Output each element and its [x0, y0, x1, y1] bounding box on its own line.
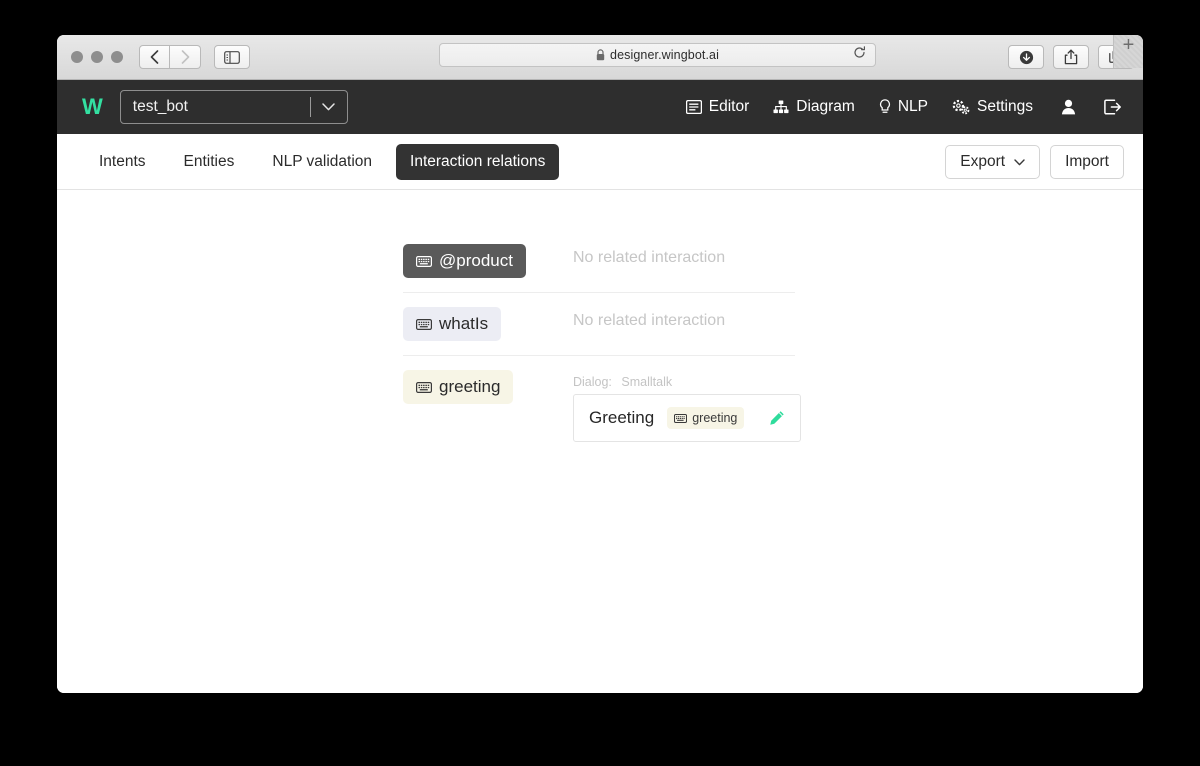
- tab-interaction-relations[interactable]: Interaction relations: [396, 143, 560, 180]
- browser-window: designer.wingbot.ai + W test_bot Editor …: [57, 35, 1143, 693]
- import-button-label: Import: [1065, 152, 1109, 170]
- nav-item-editor[interactable]: Editor: [685, 98, 750, 116]
- bot-selector[interactable]: test_bot: [119, 90, 348, 124]
- table-row: @product No related interaction: [403, 230, 795, 293]
- entity-cell: @product: [403, 244, 551, 278]
- entity-badge-label: @product: [439, 251, 513, 270]
- tab-bar: Intents Entities NLP validation Interact…: [57, 134, 1143, 190]
- main-content: @product No related interaction whatIs N…: [57, 190, 1143, 693]
- user-icon[interactable]: [1061, 99, 1076, 115]
- download-icon: [1019, 50, 1033, 64]
- keyboard-icon: [416, 318, 432, 330]
- sitemap-icon: [773, 100, 789, 114]
- tab-intents[interactable]: Intents: [85, 144, 160, 180]
- forward-button[interactable]: [170, 45, 201, 69]
- sidebar-toggle-button[interactable]: [214, 45, 250, 69]
- relation-cell: No related interaction: [551, 244, 795, 267]
- no-related-interaction-text: No related interaction: [573, 249, 726, 266]
- downloads-button[interactable]: [1008, 45, 1044, 69]
- wingbot-logo[interactable]: W: [82, 94, 103, 120]
- back-button[interactable]: [139, 45, 170, 69]
- nav-item-label: Settings: [976, 98, 1033, 115]
- share-icon: [1064, 49, 1078, 65]
- tab-nlp-validation[interactable]: NLP validation: [258, 144, 386, 180]
- interaction-card-badge: greeting: [667, 407, 745, 429]
- lightbulb-icon: [879, 99, 891, 115]
- chevron-right-icon: [181, 50, 189, 64]
- nav-item-nlp[interactable]: NLP: [879, 98, 928, 116]
- entity-badge-greeting[interactable]: greeting: [403, 370, 514, 404]
- interaction-card[interactable]: Greeting greeting: [573, 394, 801, 442]
- dialog-label: Dialog: Smalltalk: [573, 375, 801, 389]
- url-text: designer.wingbot.ai: [610, 48, 719, 63]
- close-window-button[interactable]: [71, 51, 83, 63]
- relation-cell: Dialog: Smalltalk Greeting greeting: [551, 370, 801, 442]
- entity-cell: whatIs: [403, 307, 551, 341]
- entity-badge-product[interactable]: @product: [403, 244, 526, 278]
- address-bar[interactable]: designer.wingbot.ai: [439, 43, 876, 68]
- chevron-down-icon[interactable]: [311, 103, 347, 111]
- new-tab-button[interactable]: +: [1113, 35, 1143, 68]
- keyboard-icon: [416, 381, 432, 393]
- browser-nav-buttons[interactable]: [139, 45, 201, 69]
- logout-icon[interactable]: [1104, 99, 1121, 115]
- nav-item-diagram[interactable]: Diagram: [773, 98, 855, 116]
- table-row: greeting Dialog: Smalltalk Greeting gree…: [403, 356, 801, 456]
- no-related-interaction-text: No related interaction: [573, 312, 726, 329]
- import-button[interactable]: Import: [1050, 144, 1124, 179]
- editor-list-icon: [685, 100, 702, 114]
- nav-item-label: NLP: [897, 98, 928, 115]
- interaction-card-badge-label: greeting: [692, 411, 738, 425]
- maximize-window-button[interactable]: [111, 51, 123, 63]
- interaction-card-title: Greeting: [589, 408, 655, 427]
- header-nav: Editor Diagram NLP Settings: [685, 98, 1121, 116]
- chevron-left-icon: [150, 50, 159, 64]
- lock-icon: [596, 49, 605, 61]
- share-button[interactable]: [1053, 45, 1089, 69]
- app-header: W test_bot Editor Diagram NLP Settings: [57, 80, 1143, 134]
- chevron-down-icon: [1014, 153, 1025, 171]
- table-row: whatIs No related interaction: [403, 293, 795, 356]
- nav-item-label: Editor: [708, 98, 750, 115]
- keyboard-icon: [674, 413, 688, 423]
- nav-item-label: Diagram: [796, 98, 855, 115]
- dialog-label-text: Dialog:: [573, 375, 612, 389]
- keyboard-icon: [416, 255, 432, 267]
- tab-actions: Export Import: [945, 144, 1124, 179]
- bot-name-value: test_bot: [132, 98, 188, 115]
- relation-cell: No related interaction: [551, 307, 795, 330]
- entity-badge-whatis[interactable]: whatIs: [403, 307, 502, 341]
- window-controls[interactable]: [71, 51, 123, 63]
- tab-entities[interactable]: Entities: [170, 144, 249, 180]
- dialog-name-value: Smalltalk: [621, 375, 673, 389]
- export-button-label: Export: [960, 152, 1006, 170]
- entity-badge-label: whatIs: [439, 314, 489, 333]
- pencil-icon[interactable]: [769, 410, 785, 426]
- export-button[interactable]: Export: [945, 144, 1041, 179]
- entity-cell: greeting: [403, 370, 551, 404]
- sidebar-toggle-icon: [224, 50, 240, 64]
- browser-toolbar: designer.wingbot.ai +: [57, 35, 1143, 80]
- nav-item-settings[interactable]: Settings: [952, 98, 1033, 116]
- reload-icon[interactable]: [853, 46, 866, 64]
- relations-list: @product No related interaction whatIs N…: [403, 230, 801, 456]
- browser-toolbar-actions: +: [1008, 35, 1143, 69]
- gears-icon: [952, 99, 970, 115]
- entity-badge-label: greeting: [439, 377, 501, 396]
- minimize-window-button[interactable]: [91, 51, 103, 63]
